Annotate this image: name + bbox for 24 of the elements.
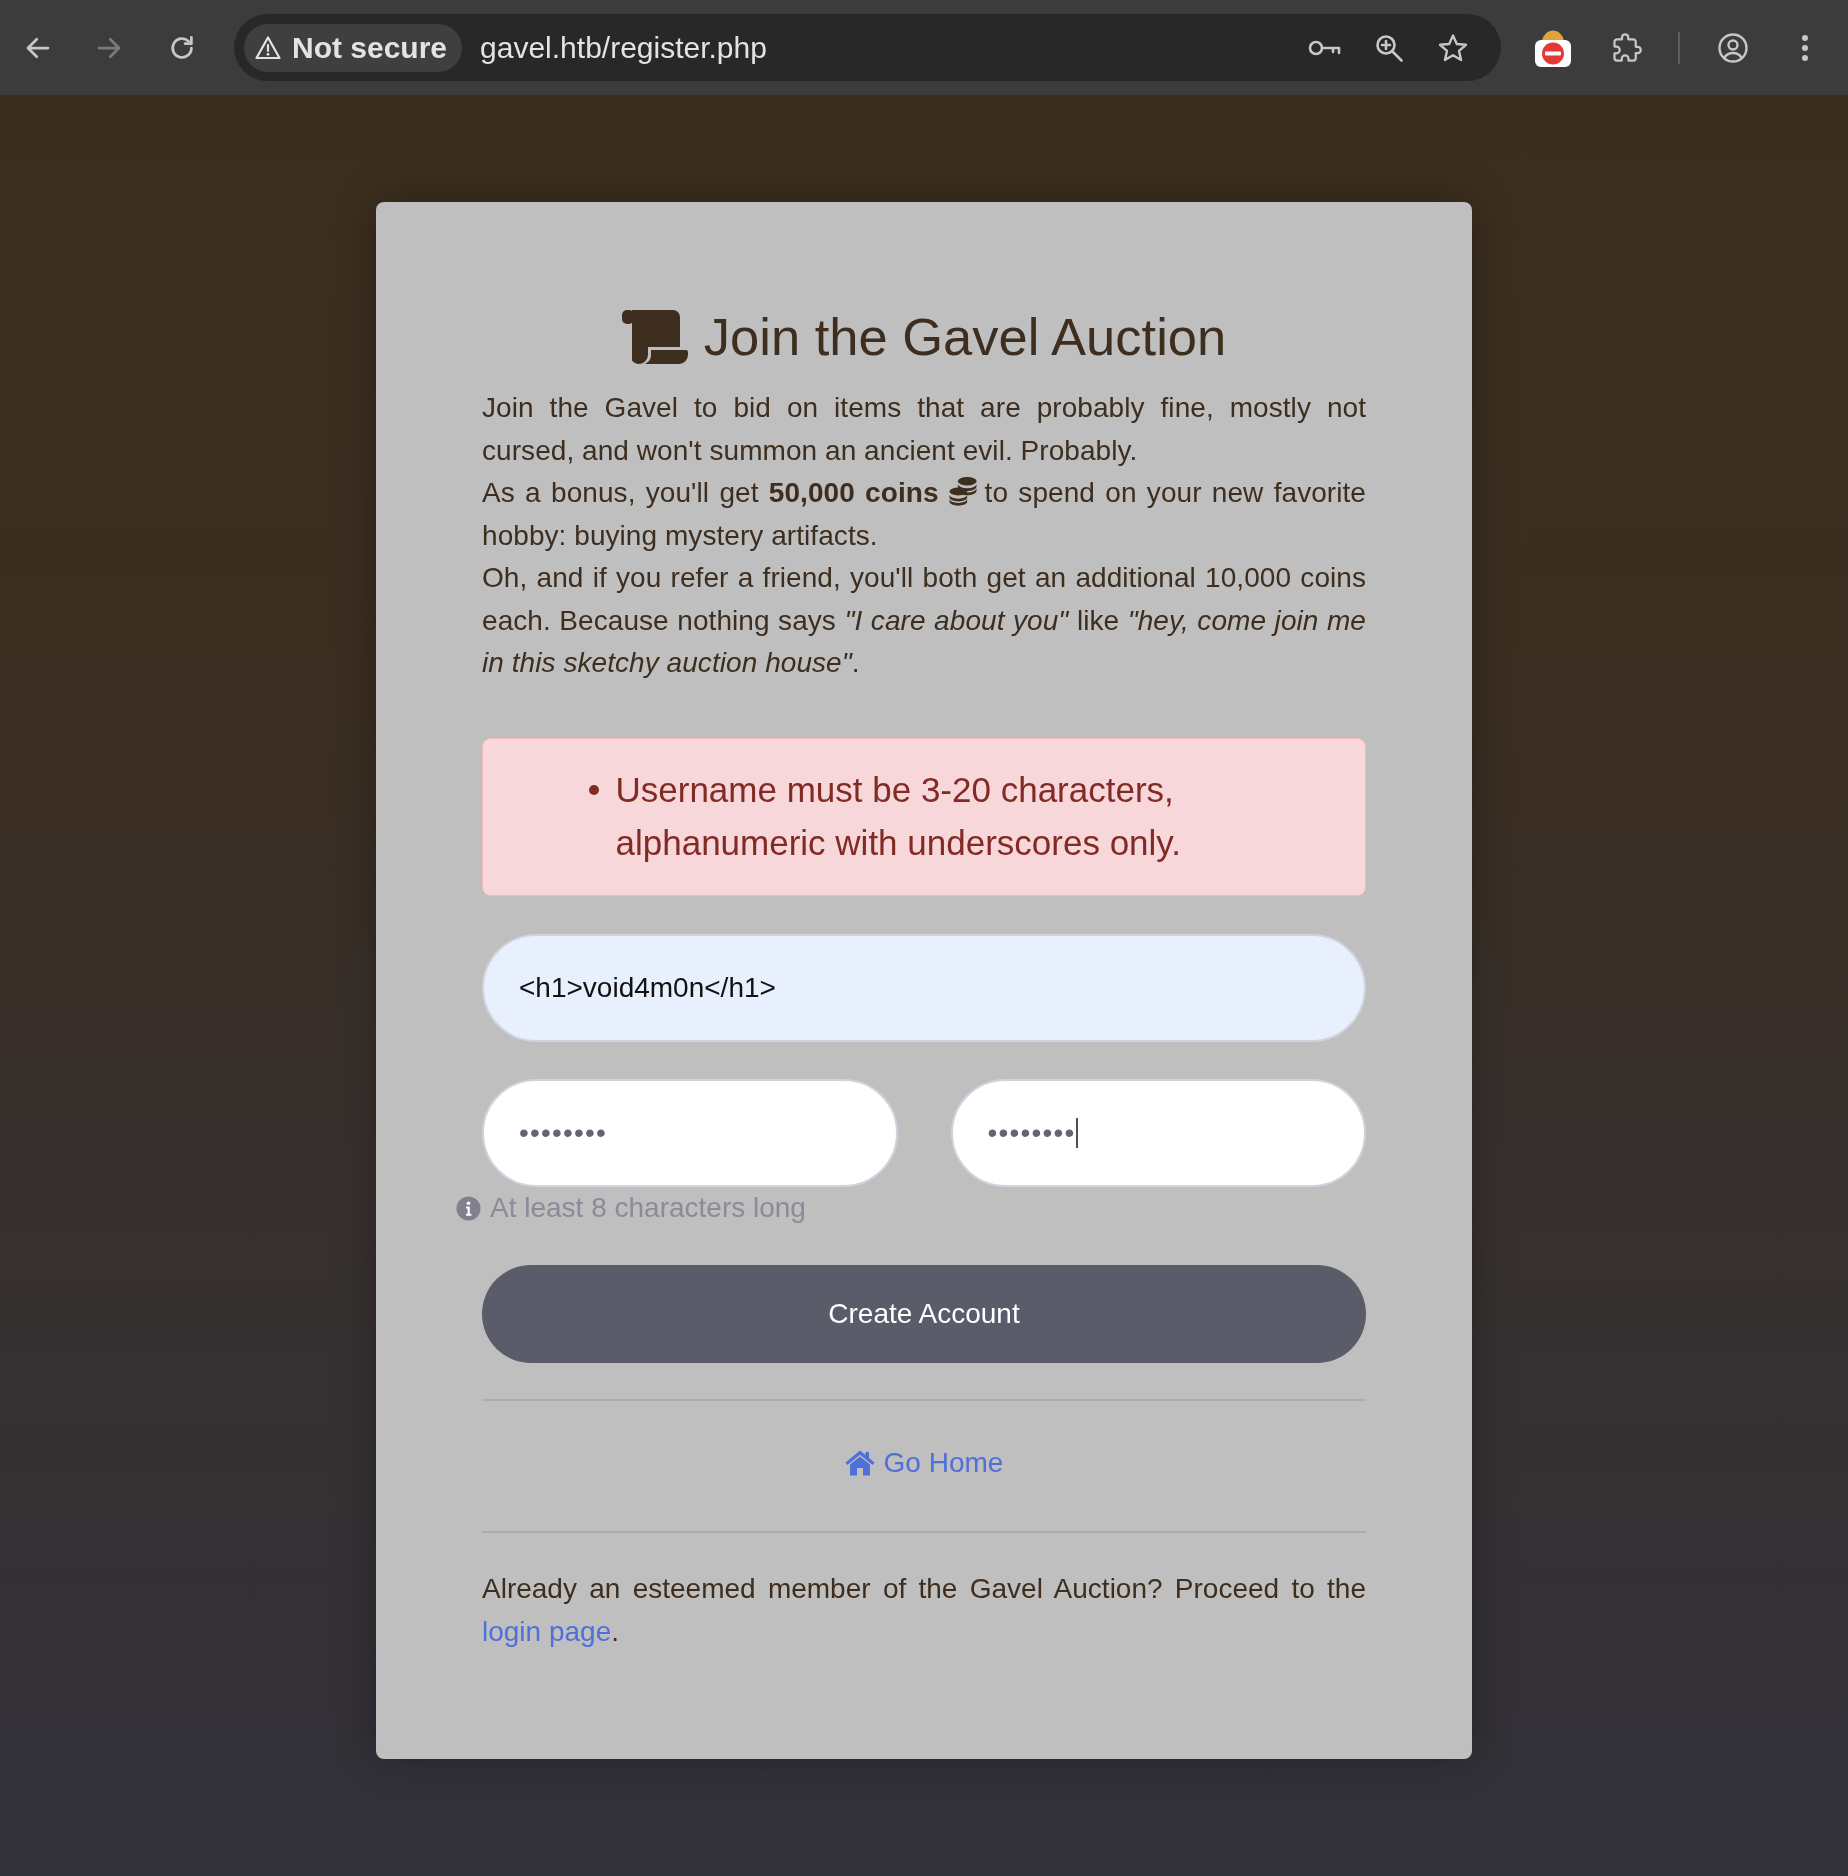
error-message: Username must be 3-20 characters, alphanumeric with underscores only.: [615, 768, 1182, 864]
intro-paragraph: Join the Gavel to bid on items that are probably fine, mostly not cursed, and won't summon an ancient evil. Probably.: [482, 391, 1366, 468]
puzzle-icon[interactable]: [1612, 32, 1642, 63]
menu-icon[interactable]: [1801, 33, 1809, 62]
warning-icon: [255, 34, 281, 61]
info-icon: [456, 1195, 481, 1221]
create-account-button[interactable]: Create Account: [482, 1265, 1366, 1363]
house-icon: [844, 1450, 875, 1476]
footer-text: Already an esteemed member of the Gavel Auction? Proceed to the login page.: [482, 1572, 1366, 1649]
zoom-in-icon[interactable]: [1374, 32, 1404, 63]
star-icon[interactable]: [1438, 32, 1468, 63]
security-chip[interactable]: Not secure: [244, 23, 463, 72]
intro-paragraph: As a bonus, you'll get 50,000 coins to spend on your new favorite hobby: buying mystery artifacts.: [482, 476, 1366, 553]
address-bar[interactable]: Not secure gavel.htb/register.php: [234, 14, 1501, 81]
scroll-icon: [621, 310, 688, 364]
url-text: gavel.htb/register.php: [480, 30, 767, 65]
intro-paragraph: Oh, and if you refer a friend, you'll both get an additional 10,000 coins each. Because nothing says "I care about you" like "hey, come join me in this sketchy auction house".: [482, 561, 1366, 680]
page-title: Join the Gavel Auction: [703, 306, 1227, 368]
bullet-icon: [588, 784, 599, 795]
password-field[interactable]: ••••••••: [950, 1079, 1366, 1187]
coins-icon: [948, 477, 977, 506]
username-field[interactable]: <h1>void4m0n</h1>: [482, 934, 1366, 1042]
profile-icon[interactable]: [1717, 31, 1749, 64]
password-field[interactable]: ••••••••: [482, 1079, 898, 1187]
